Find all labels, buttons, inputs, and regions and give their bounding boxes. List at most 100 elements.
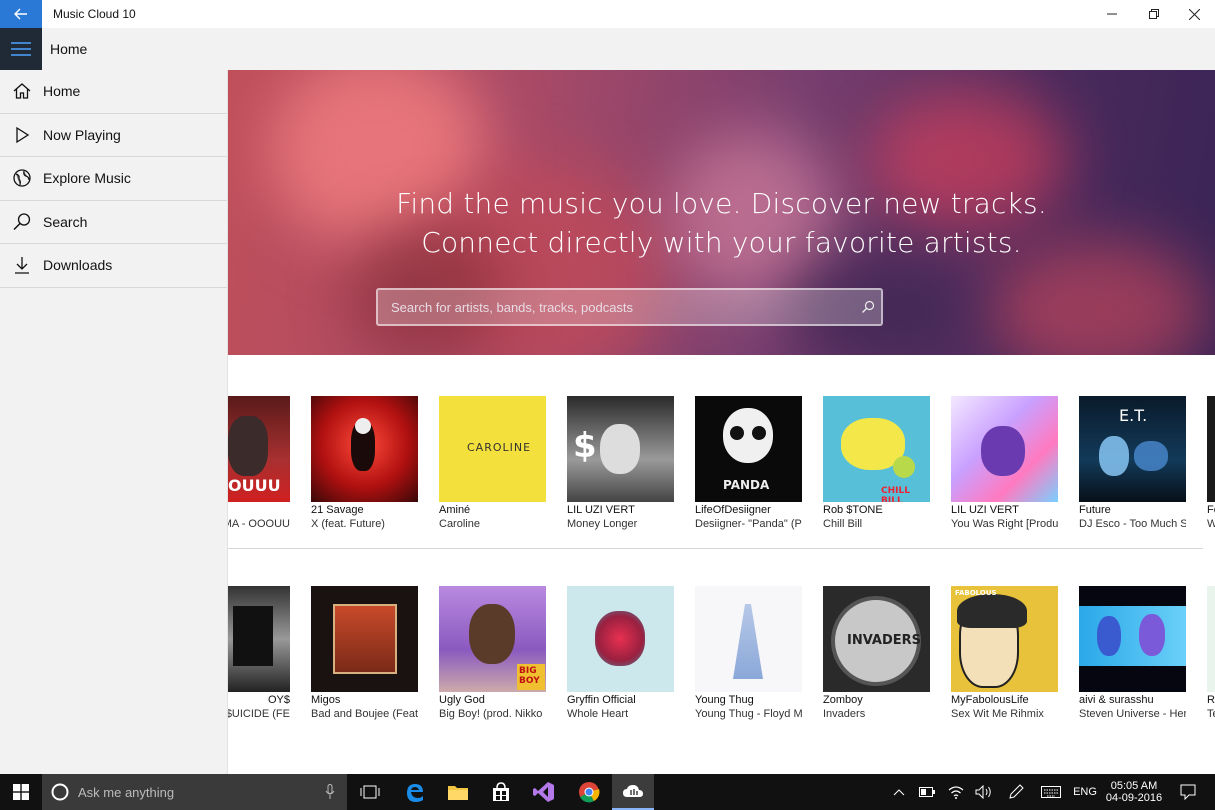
- cortana-search-box[interactable]: Ask me anything: [42, 774, 347, 810]
- chrome-icon: [579, 782, 600, 803]
- track-card[interactable]: Young Thug Young Thug - Floyd Ma: [695, 586, 802, 722]
- visual-studio-icon: [533, 782, 554, 802]
- album-cover[interactable]: CHILL BILL: [823, 396, 930, 502]
- album-cover[interactable]: BIG BOY: [439, 586, 546, 692]
- album-cover[interactable]: INVADERS: [823, 586, 930, 692]
- track-card[interactable]: 21 Savage X (feat. Future): [311, 396, 418, 532]
- sidebar-item-explore-music[interactable]: Explore Music: [0, 157, 227, 201]
- close-icon: [1188, 8, 1200, 20]
- search-icon: [13, 213, 31, 230]
- track-card[interactable]: LIL UZI VERT You Was Right [Produc: [951, 396, 1058, 532]
- taskbar-file-explorer[interactable]: [438, 774, 478, 810]
- track-card[interactable]: E.T. Future DJ Esco - Too Much Sa: [1079, 396, 1186, 532]
- album-cover[interactable]: $: [567, 396, 674, 502]
- sidebar-item-label: Home: [43, 83, 81, 100]
- album-cover[interactable]: PANDA: [695, 396, 802, 502]
- hamburger-menu-button[interactable]: [0, 28, 42, 70]
- action-center-button[interactable]: [1172, 774, 1204, 810]
- tracks-row-new: OY$ E $UICIDE (FE Migos Bad and Boujee (…: [228, 586, 1215, 736]
- track-artist: LIL UZI VERT: [951, 504, 1019, 516]
- tray-keyboard[interactable]: [1038, 774, 1064, 810]
- track-card[interactable]: $ LIL UZI VERT Money Longer: [567, 396, 674, 532]
- track-title: X (feat. Future): [311, 518, 385, 530]
- album-cover[interactable]: E.T.: [1079, 396, 1186, 502]
- album-cover[interactable]: [311, 396, 418, 502]
- track-card[interactable]: Re Te: [1207, 586, 1215, 722]
- track-card[interactable]: OUUU MA - OOOUU: [228, 396, 290, 532]
- album-cover[interactable]: FABOLOUS: [951, 586, 1058, 692]
- album-cover[interactable]: [695, 586, 802, 692]
- tray-wifi[interactable]: [944, 774, 968, 810]
- language-indicator: ENG: [1073, 786, 1097, 798]
- restore-button[interactable]: [1134, 0, 1174, 28]
- track-artist: [228, 504, 290, 518]
- album-cover[interactable]: [1207, 586, 1215, 692]
- restore-icon: [1149, 9, 1159, 19]
- close-button[interactable]: [1174, 0, 1214, 28]
- album-cover[interactable]: [951, 396, 1058, 502]
- track-artist: 21 Savage: [311, 504, 364, 516]
- play-icon: [16, 126, 30, 143]
- search-input[interactable]: [378, 290, 881, 324]
- album-cover[interactable]: CAROLINE: [439, 396, 546, 502]
- track-card[interactable]: BIG BOY Ugly God Big Boy! (prod. Nikko B: [439, 586, 546, 722]
- tray-pen[interactable]: [1004, 774, 1028, 810]
- track-card[interactable]: FABOLOUS MyFabolousLife Sex Wit Me Rihmi…: [951, 586, 1058, 722]
- track-card[interactable]: Fe W: [1207, 396, 1215, 532]
- sidebar-item-now-playing[interactable]: Now Playing: [0, 114, 227, 157]
- track-card[interactable]: Gryffin Official Whole Heart: [567, 586, 674, 722]
- tray-battery[interactable]: [916, 774, 938, 810]
- track-card[interactable]: INVADERS Zomboy Invaders: [823, 586, 930, 722]
- track-card[interactable]: aivi & surasshu Steven Universe - Here: [1079, 586, 1186, 722]
- back-button[interactable]: [0, 0, 42, 28]
- microphone-icon[interactable]: [325, 784, 335, 800]
- taskbar-visual-studio[interactable]: [524, 774, 564, 810]
- taskbar-chrome[interactable]: [568, 774, 610, 810]
- sidebar-item-search[interactable]: Search: [0, 201, 227, 244]
- tracks-row-trending: OUUU MA - OOOUU 21 Savage X (feat. Futur…: [228, 396, 1215, 546]
- minimize-icon: [1107, 13, 1117, 15]
- album-cover[interactable]: [228, 586, 290, 692]
- tray-clock[interactable]: 05:05 AM 04-09-2016: [1104, 774, 1164, 810]
- search-icon[interactable]: [861, 300, 875, 314]
- track-artist: Ugly God: [439, 694, 485, 706]
- sidebar-item-label: Search: [43, 213, 88, 230]
- track-card[interactable]: Migos Bad and Boujee (Feat. L: [311, 586, 418, 722]
- tray-overflow-button[interactable]: [888, 774, 910, 810]
- hero-headline: Find the music you love. Discover new tr…: [396, 187, 1047, 220]
- sidebar-item-downloads[interactable]: Downloads: [0, 244, 227, 288]
- track-title: Sex Wit Me Rihmix: [951, 708, 1044, 720]
- album-cover[interactable]: [311, 586, 418, 692]
- taskbar-store[interactable]: [481, 774, 521, 810]
- track-card[interactable]: PANDA LifeOfDesiigner Desiigner- "Panda"…: [695, 396, 802, 532]
- hero-subheadline: Connect directly with your favorite arti…: [421, 226, 1022, 259]
- track-card[interactable]: OY$ E $UICIDE (FE: [228, 586, 290, 722]
- album-cover[interactable]: OUUU: [228, 396, 290, 502]
- track-title: Steven Universe - Here: [1079, 708, 1186, 720]
- track-artist: Zomboy: [823, 694, 863, 706]
- sidebar-item-home[interactable]: Home: [0, 70, 227, 114]
- track-title: Chill Bill: [823, 518, 863, 530]
- task-view-button[interactable]: [350, 774, 390, 810]
- album-cover[interactable]: [1207, 396, 1215, 502]
- album-cover[interactable]: [567, 586, 674, 692]
- track-title: Invaders: [823, 708, 866, 720]
- tray-language[interactable]: ENG: [1070, 774, 1100, 810]
- hamburger-icon: [11, 42, 31, 56]
- taskbar-music-cloud[interactable]: [612, 774, 654, 810]
- track-card[interactable]: CAROLINE Aminé Caroline: [439, 396, 546, 532]
- track-artist: aivi & surasshu: [1079, 694, 1154, 706]
- track-title: You Was Right [Produc: [951, 518, 1058, 530]
- album-cover[interactable]: [1079, 586, 1186, 692]
- tray-volume[interactable]: [972, 774, 996, 810]
- hero-banner: Find the music you love. Discover new tr…: [228, 70, 1215, 355]
- taskbar-edge[interactable]: [395, 774, 435, 810]
- download-icon: [15, 257, 29, 274]
- hero-search-box[interactable]: [376, 288, 883, 326]
- track-title: Money Longer: [567, 518, 638, 530]
- track-title: MA - OOOUU: [228, 518, 290, 530]
- track-card[interactable]: CHILL BILL Rob $TONE Chill Bill: [823, 396, 930, 532]
- minimize-button[interactable]: [1092, 0, 1132, 28]
- start-button[interactable]: [0, 774, 42, 810]
- track-artist: Aminé: [439, 504, 471, 516]
